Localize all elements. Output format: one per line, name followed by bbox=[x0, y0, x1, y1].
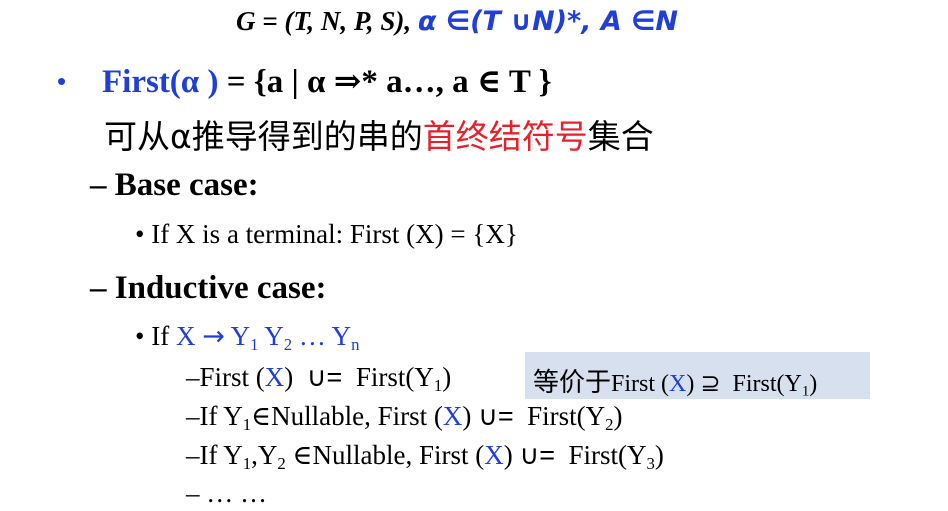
alpha-condition: α ∈(T ∪N)*, A ∈N bbox=[417, 6, 678, 37]
first-text: First bbox=[199, 362, 250, 392]
dash: – bbox=[186, 440, 200, 470]
first-text: First bbox=[418, 440, 469, 470]
first-set-explanation: 可从α推导得到的串的首终结符号集合 bbox=[104, 110, 654, 158]
nullable-text: ∈Nullable, bbox=[251, 401, 378, 431]
symbol-y: Y bbox=[331, 321, 352, 351]
symbol-y: Y bbox=[414, 362, 434, 392]
symbol-y: Y bbox=[223, 440, 243, 470]
base-case-rule: • If X is a terminal: First (X) = {X} bbox=[135, 219, 518, 249]
symbol-y: Y bbox=[627, 440, 647, 470]
grammar-definition: G = (T, N, P, S), α ∈(T ∪N)*, A ∈N bbox=[236, 6, 678, 37]
superset-symbol: ⊇ bbox=[700, 369, 721, 397]
union-assign: ∪= bbox=[519, 440, 556, 470]
nullable-text: ∈Nullable, bbox=[285, 440, 419, 470]
bullet: • bbox=[57, 66, 67, 96]
first-text: First bbox=[527, 401, 577, 431]
ellipsis: … bbox=[298, 321, 326, 351]
symbol-x: X bbox=[264, 362, 285, 392]
inductive-rule-more: – … … bbox=[186, 478, 267, 508]
first-text: First bbox=[732, 371, 777, 397]
production-prefix: • If bbox=[135, 321, 176, 351]
subscript: 1 bbox=[242, 415, 252, 435]
if-text: If bbox=[199, 440, 224, 470]
equivalence-note: 等价于First (X) ⊇ First(Y1) bbox=[533, 368, 818, 400]
production-rule: X → Y1 Y2 … Yn bbox=[175, 321, 360, 355]
first-set-formula: = {a | α ⇒* a…, a ∈ T } bbox=[218, 64, 552, 100]
first-text: First bbox=[568, 440, 619, 470]
grammar-tuple: G = (T, N, P, S), bbox=[236, 6, 412, 36]
subscript: 2 bbox=[283, 335, 293, 355]
production-lhs: X bbox=[175, 321, 196, 351]
first-text: First bbox=[611, 371, 656, 397]
inductive-rule-3: –If Y1,Y2 ∈Nullable, First (X) ∪= First(… bbox=[186, 440, 664, 474]
union-assign: ∪= bbox=[478, 401, 514, 431]
dash: – bbox=[186, 362, 200, 392]
first-set-definition: First(α ) = {a | α ⇒* a…, a ∈ T } bbox=[102, 61, 552, 101]
symbol-x: X bbox=[484, 440, 504, 470]
subscript: n bbox=[351, 335, 360, 355]
symbol-y: Y bbox=[585, 401, 606, 431]
arrow-icon: → bbox=[202, 321, 225, 352]
subscript: 1 bbox=[433, 376, 443, 396]
symbol-y: Y bbox=[257, 440, 278, 470]
symbol-y: Y bbox=[230, 321, 251, 351]
explanation-suffix: 集合 bbox=[587, 117, 654, 156]
explanation-prefix: 可从α推导得到的串的 bbox=[104, 117, 423, 156]
subscript: 2 bbox=[605, 415, 614, 435]
first-text: First bbox=[355, 362, 406, 392]
symbol-x: X bbox=[669, 371, 687, 397]
inductive-case-heading: – Inductive case: bbox=[90, 270, 327, 306]
first-text: First bbox=[377, 401, 428, 431]
symbol-x: X bbox=[442, 401, 463, 431]
union-assign: ∪= bbox=[306, 362, 343, 392]
subscript: 3 bbox=[646, 454, 655, 474]
symbol-y: Y bbox=[264, 321, 284, 351]
if-text: If bbox=[199, 401, 224, 431]
inductive-rule-2: –If Y1∈Nullable, First (X) ∪= First(Y2) bbox=[186, 401, 623, 435]
symbol-y: Y bbox=[223, 401, 243, 431]
explanation-highlight: 首终结符号 bbox=[422, 117, 588, 156]
inductive-production: • If X → Y1 Y2 … Yn bbox=[135, 321, 360, 355]
subscript: 2 bbox=[277, 454, 286, 474]
subscript: 1 bbox=[250, 335, 259, 355]
inductive-rule-1: –First (X) ∪= First(Y1) bbox=[186, 362, 452, 396]
equivalence-label: 等价于 bbox=[533, 368, 612, 398]
base-case-heading: – Base case: bbox=[90, 167, 259, 203]
subscript: 1 bbox=[242, 454, 252, 474]
symbol-y: Y bbox=[784, 371, 802, 397]
dash: – bbox=[186, 401, 200, 431]
first-alpha-label: First(α ) bbox=[102, 64, 219, 100]
subscript: 1 bbox=[801, 383, 810, 400]
